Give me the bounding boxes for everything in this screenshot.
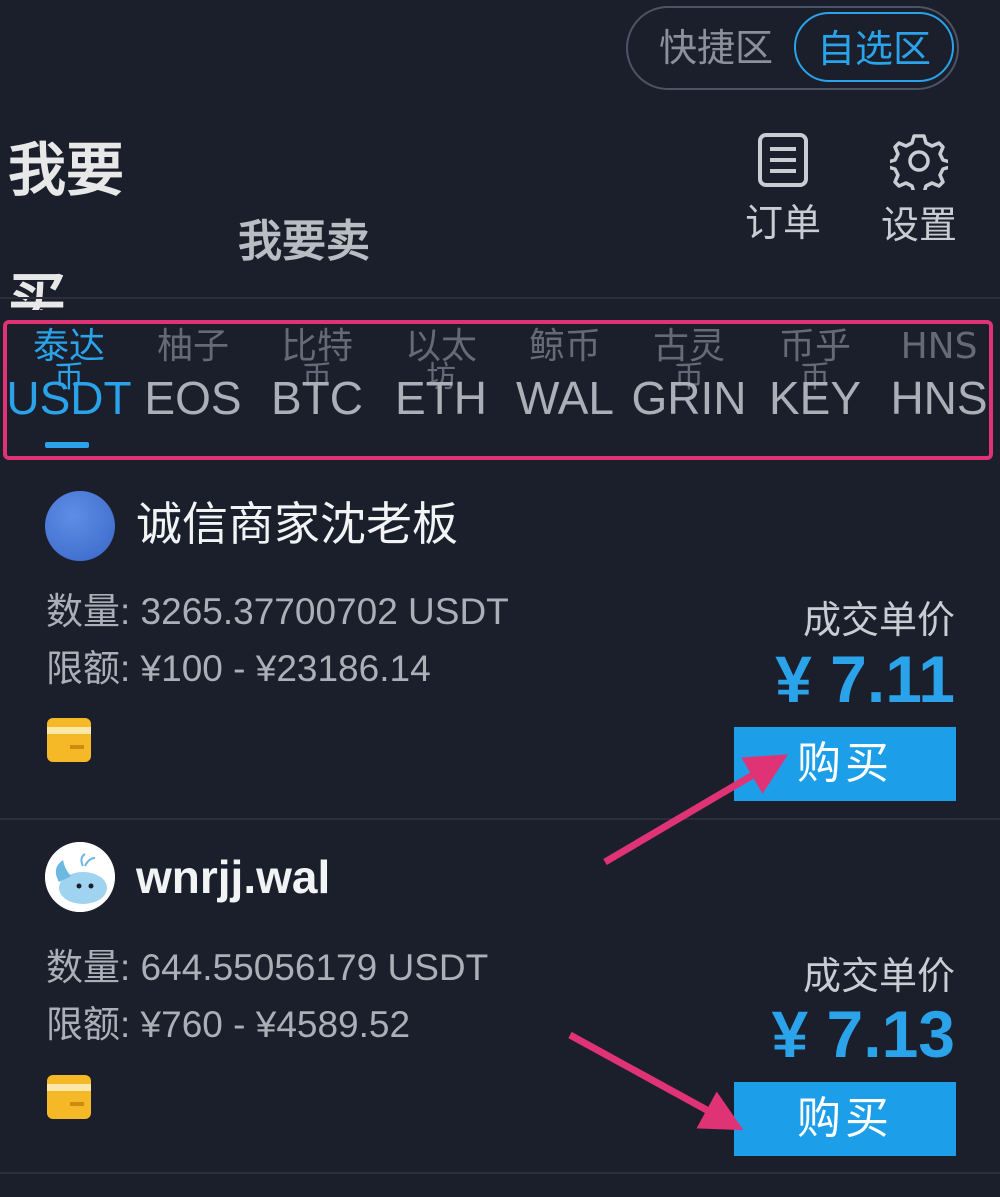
coin-tab-hns[interactable]: HNS HNS bbox=[877, 324, 989, 456]
buy-tab-line1: 我要 bbox=[8, 136, 125, 204]
limit-text: 限额: ¥760 - ¥4589.52 bbox=[46, 1004, 411, 1045]
buy-tab-line2: 买 bbox=[8, 266, 67, 310]
settings-label: 设置 bbox=[880, 203, 957, 247]
buy-tab-clipped[interactable]: 我要 买 bbox=[0, 120, 160, 310]
divider bbox=[0, 1172, 1000, 1174]
price-label: 成交单价 bbox=[802, 954, 955, 998]
coin-tab-code: GRIN bbox=[631, 372, 747, 424]
coin-tab-cn-label: 柚子 bbox=[156, 326, 229, 367]
coin-tab-btc[interactable]: 比特币 BTC bbox=[255, 324, 379, 456]
orders-button[interactable]: 订单 bbox=[733, 132, 833, 247]
orders-icon bbox=[758, 133, 808, 187]
coin-tab-wal[interactable]: 鲸币 WAL bbox=[503, 324, 627, 456]
coin-tab-eth[interactable]: 以太坊 ETH bbox=[379, 324, 503, 456]
quick-zone-tab[interactable]: 快捷区 bbox=[636, 8, 796, 88]
merchant-name[interactable]: wnrjj.wal bbox=[136, 842, 330, 912]
sell-tab[interactable]: 我要卖 bbox=[238, 205, 370, 269]
price-label: 成交单价 bbox=[802, 598, 955, 642]
unit-price: ¥ 7.13 bbox=[771, 997, 956, 1071]
quantity-text: 数量: 3265.37700702 USDT bbox=[46, 591, 509, 632]
self-select-zone-tab[interactable]: 自选区 bbox=[794, 12, 954, 82]
coin-tab-code: ETH bbox=[395, 372, 487, 424]
coin-tab-code: WAL bbox=[516, 372, 614, 424]
quantity-text: 数量: 644.55056179 USDT bbox=[46, 947, 489, 988]
limit-text: 限额: ¥100 - ¥23186.14 bbox=[46, 648, 431, 689]
coin-tab-code: EOS bbox=[144, 372, 242, 424]
settings-button[interactable]: 设置 bbox=[869, 132, 969, 249]
whale-icon bbox=[45, 842, 115, 912]
gear-icon bbox=[890, 134, 948, 190]
zone-toggle: 快捷区 自选区 bbox=[626, 6, 959, 90]
coin-tab-eos[interactable]: 柚子 EOS bbox=[131, 324, 255, 456]
orders-label: 订单 bbox=[744, 201, 821, 245]
coin-tab-usdt[interactable]: 泰达币 USDT bbox=[7, 324, 132, 456]
avatar bbox=[45, 842, 115, 912]
buy-button[interactable]: 购买 bbox=[734, 727, 956, 801]
unit-price: ¥ 7.11 bbox=[775, 642, 955, 716]
merchant-name[interactable]: 诚信商家沈老板 bbox=[136, 489, 458, 559]
coin-tab-grin[interactable]: 古灵币 GRIN bbox=[627, 324, 751, 456]
buy-button[interactable]: 购买 bbox=[734, 1082, 956, 1156]
active-tab-indicator bbox=[45, 442, 89, 448]
listing-card: wnrjj.wal 数量: 644.55056179 USDT 限额: ¥760… bbox=[0, 820, 1000, 1175]
coin-tab-code: HNS bbox=[890, 372, 988, 424]
avatar bbox=[45, 491, 115, 561]
bank-card-icon bbox=[47, 1075, 91, 1119]
coin-tab-cn-label: HNS bbox=[900, 326, 978, 367]
coin-tab-bar: 泰达币 USDT 柚子 EOS 比特币 BTC 以太坊 ETH 鲸币 WAL 古灵币 GRIN 币乎币 K… bbox=[3, 320, 993, 460]
bank-card-icon bbox=[47, 718, 91, 762]
listing-card: 诚信商家沈老板 数量: 3265.37700702 USDT 限额: ¥100 … bbox=[0, 465, 1000, 820]
coin-tab-cn-label: 鲸币 bbox=[528, 326, 601, 367]
coin-tab-code: BTC bbox=[271, 372, 363, 424]
coin-tab-code: KEY bbox=[768, 372, 862, 424]
divider bbox=[0, 297, 1000, 299]
coin-tab-key[interactable]: 币乎币 KEY bbox=[753, 324, 877, 456]
